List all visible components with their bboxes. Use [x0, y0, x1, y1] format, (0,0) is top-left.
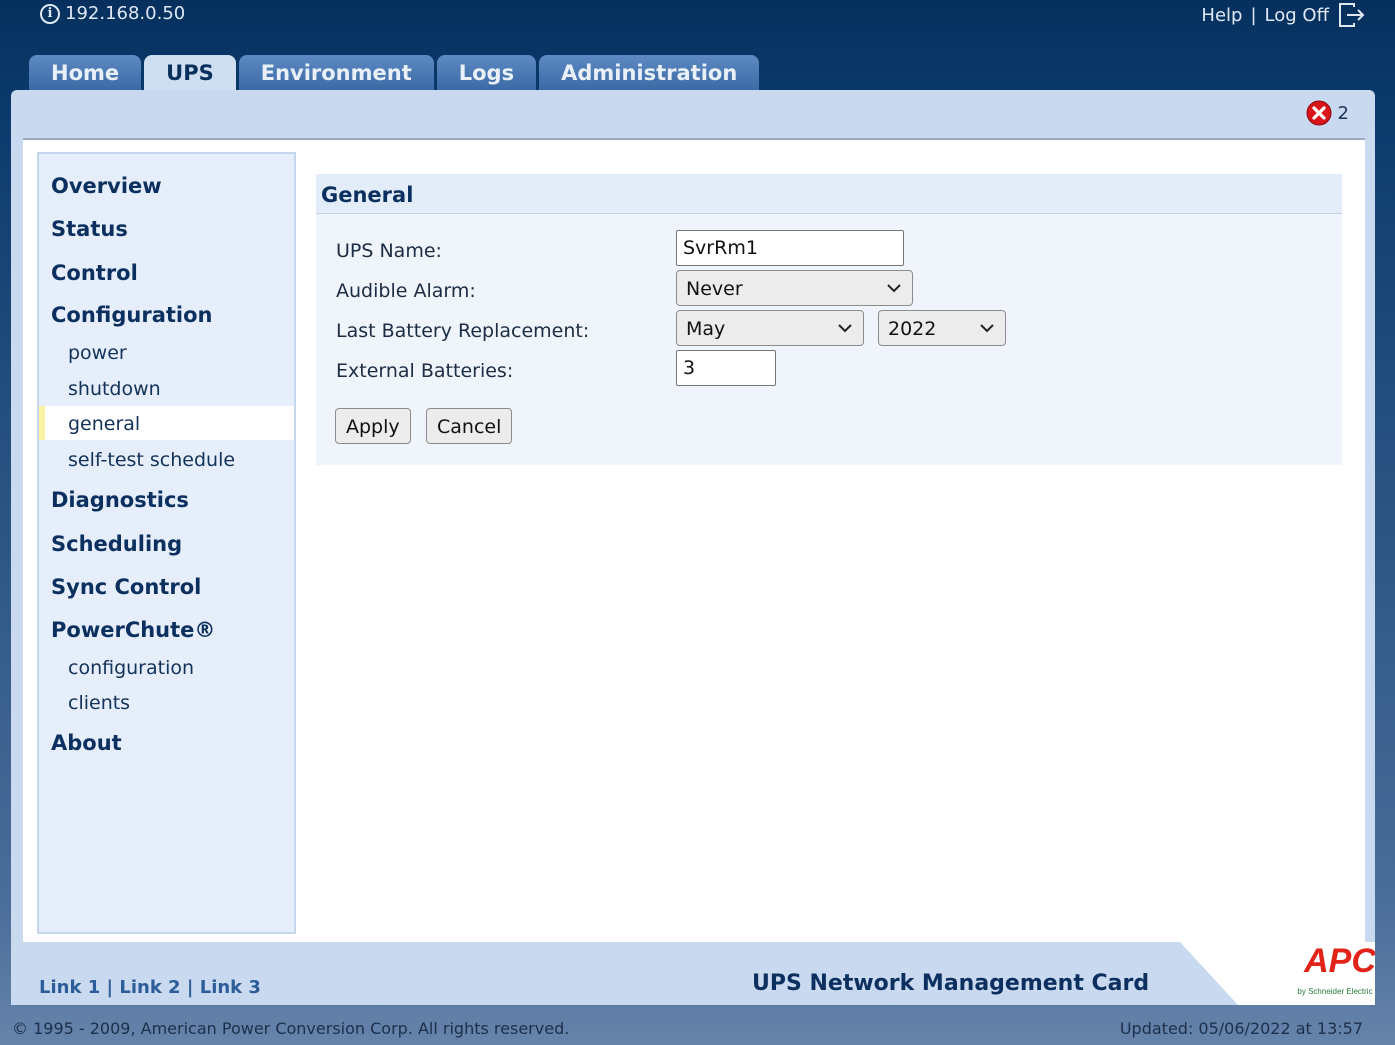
- footer-link-2[interactable]: Link 2: [119, 977, 180, 998]
- footer-link-1[interactable]: Link 1: [39, 977, 100, 998]
- apply-button[interactable]: Apply: [335, 408, 411, 444]
- external-batteries-label: External Batteries:: [336, 360, 514, 382]
- product-title: UPS Network Management Card: [752, 971, 1150, 996]
- host-info: i 192.168.0.50: [40, 3, 185, 24]
- sidebar-item-control[interactable]: Control: [51, 261, 138, 285]
- tab-administration[interactable]: Administration: [539, 55, 760, 90]
- sidebar-item-about[interactable]: About: [51, 731, 122, 755]
- apc-logo-text: APC: [1303, 942, 1375, 980]
- copyright-text: © 1995 - 2009, American Power Conversion…: [12, 1019, 570, 1038]
- audible-alarm-label: Audible Alarm:: [336, 280, 476, 302]
- sidebar-item-sync-control[interactable]: Sync Control: [51, 575, 201, 599]
- sidebar-item-status[interactable]: Status: [51, 217, 128, 241]
- battery-year-value: 2022: [888, 318, 937, 340]
- tab-home[interactable]: Home: [29, 55, 142, 90]
- sidebar-subitem-pc-configuration[interactable]: configuration: [68, 657, 194, 679]
- sidebar-subitem-power[interactable]: power: [68, 342, 127, 364]
- chevron-down-icon: [838, 324, 852, 333]
- tab-environment[interactable]: Environment: [238, 55, 434, 90]
- main-tabs: Home UPS Environment Logs Administration: [29, 55, 760, 90]
- battery-year-select[interactable]: 2022: [878, 310, 1006, 346]
- main-panel: 2 Overview Status Control Configuration …: [11, 90, 1375, 1005]
- ups-name-label: UPS Name:: [336, 240, 442, 262]
- sidebar-subitem-shutdown[interactable]: shutdown: [68, 378, 161, 400]
- external-batteries-input[interactable]: [676, 350, 776, 386]
- audible-alarm-value: Never: [686, 278, 743, 300]
- info-icon: i: [40, 3, 60, 24]
- sidebar-item-configuration[interactable]: Configuration: [51, 303, 212, 327]
- sidebar-item-overview[interactable]: Overview: [51, 174, 162, 198]
- top-bar: i 192.168.0.50 Help | Log Off: [0, 0, 1395, 40]
- host-address: 192.168.0.50: [65, 3, 186, 24]
- tab-logs[interactable]: Logs: [436, 55, 537, 90]
- sidebar-subitem-pc-clients[interactable]: clients: [68, 692, 130, 714]
- sidebar-item-scheduling[interactable]: Scheduling: [51, 532, 182, 556]
- battery-replacement-label: Last Battery Replacement:: [336, 320, 590, 342]
- top-separator: |: [1250, 4, 1257, 26]
- footer-links: Link 1 | Link 2 | Link 3: [39, 977, 261, 998]
- footer-link-3[interactable]: Link 3: [200, 977, 261, 998]
- form-title: General: [316, 174, 1342, 214]
- cancel-button[interactable]: Cancel: [426, 408, 513, 444]
- critical-alert-icon[interactable]: [1306, 100, 1332, 126]
- sidebar-subitem-self-test-schedule[interactable]: self-test schedule: [68, 449, 235, 471]
- bottom-bar: © 1995 - 2009, American Power Conversion…: [0, 1005, 1395, 1045]
- apc-logo-subtext: by Schneider Electric: [1297, 987, 1372, 996]
- top-links: Help | Log Off: [1201, 2, 1365, 28]
- apc-logo: APC by Schneider Electric: [1180, 942, 1375, 1005]
- sidebar-item-powerchute[interactable]: PowerChute®: [51, 618, 215, 642]
- battery-month-value: May: [686, 318, 726, 340]
- audible-alarm-select[interactable]: Never: [676, 270, 913, 306]
- tab-ups[interactable]: UPS: [144, 55, 236, 90]
- sidebar-subitem-general[interactable]: general: [68, 413, 140, 435]
- battery-month-select[interactable]: May: [676, 310, 864, 346]
- footer-separator: |: [186, 977, 194, 998]
- logoff-link[interactable]: Log Off: [1265, 5, 1329, 26]
- chevron-down-icon: [980, 324, 994, 333]
- alert-count[interactable]: 2: [1338, 103, 1349, 124]
- alert-indicator[interactable]: 2: [1306, 100, 1349, 126]
- content-area: Overview Status Control Configuration po…: [23, 138, 1365, 942]
- general-form: General UPS Name: Audible Alarm: Never L…: [316, 174, 1342, 465]
- chevron-down-icon: [887, 284, 901, 293]
- ups-name-input[interactable]: [676, 230, 904, 266]
- sidebar: Overview Status Control Configuration po…: [37, 152, 296, 934]
- logoff-icon[interactable]: [1337, 2, 1365, 28]
- sidebar-item-diagnostics[interactable]: Diagnostics: [51, 488, 189, 512]
- footer-separator: |: [106, 977, 114, 998]
- help-link[interactable]: Help: [1201, 5, 1242, 26]
- updated-timestamp: Updated: 05/06/2022 at 13:57: [1119, 1019, 1363, 1038]
